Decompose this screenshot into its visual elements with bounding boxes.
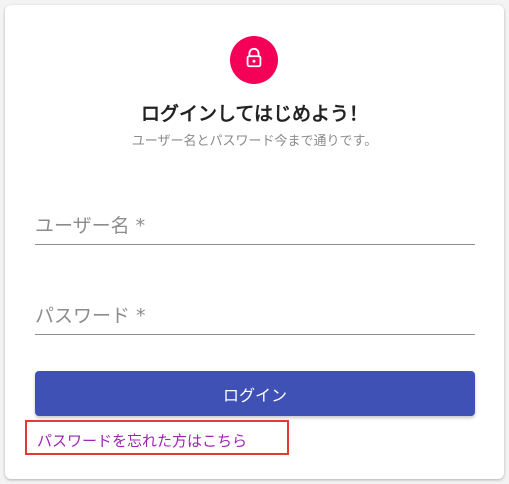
username-input[interactable] xyxy=(35,214,475,244)
page-title: ログインしてはじめよう！ xyxy=(140,103,369,125)
login-card: ログインしてはじめよう！ ユーザー名とパスワード今まで通りです。 ユーザー名 *… xyxy=(5,5,504,479)
forgot-password-highlight: パスワードを忘れた方はこちら xyxy=(25,420,289,455)
avatar xyxy=(230,36,278,84)
password-field[interactable]: パスワード * xyxy=(35,291,475,335)
page-subtitle: ユーザー名とパスワード今まで通りです。 xyxy=(131,134,378,149)
username-field[interactable]: ユーザー名 * xyxy=(35,201,475,245)
lock-icon xyxy=(243,47,265,73)
forgot-password-link[interactable]: パスワードを忘れた方はこちら xyxy=(37,430,247,451)
login-button[interactable]: ログイン xyxy=(35,371,475,416)
password-input[interactable] xyxy=(35,304,475,334)
